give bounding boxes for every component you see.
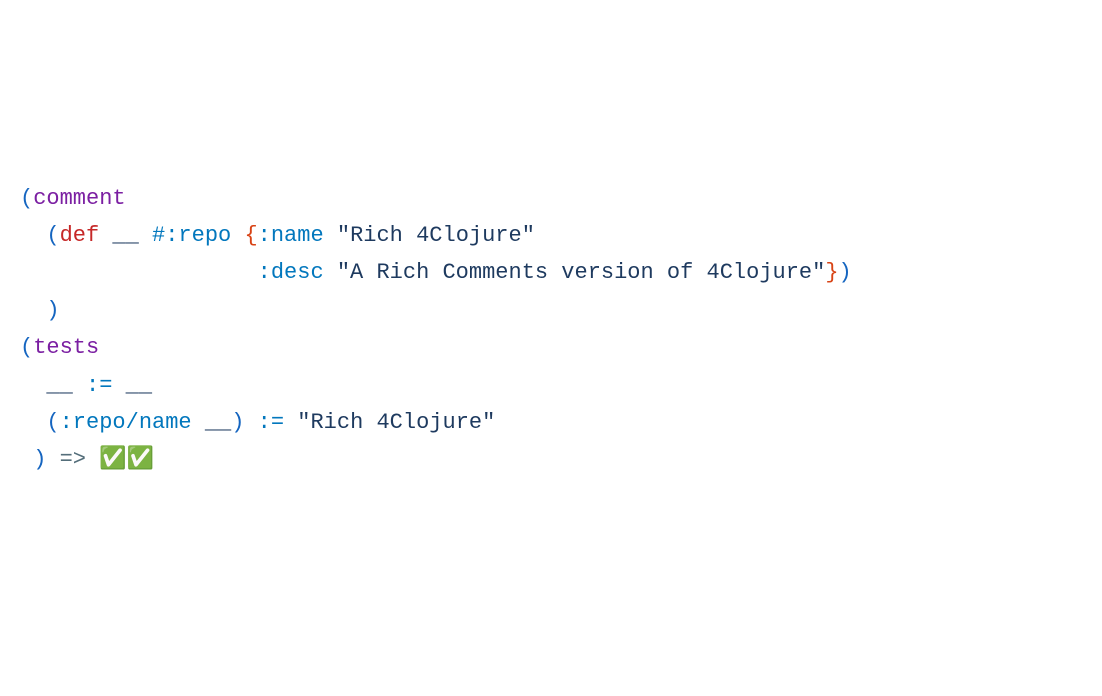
code-line-6: __ := __ <box>20 367 1082 404</box>
indent <box>20 373 46 398</box>
paren-open: ( <box>20 335 33 360</box>
space <box>324 260 337 285</box>
space <box>73 373 86 398</box>
indent <box>20 223 46 248</box>
space <box>231 223 244 248</box>
brace-close: } <box>825 260 838 285</box>
comment-symbol: comment <box>33 186 125 211</box>
code-line-8: ) => ✅✅ <box>20 441 1082 478</box>
brace-open: { <box>244 223 257 248</box>
space <box>324 223 337 248</box>
indent <box>20 260 258 285</box>
assign-op: := <box>258 410 284 435</box>
code-line-5: (tests <box>20 329 1082 366</box>
paren-open: ( <box>46 410 59 435</box>
paren-open: ( <box>46 223 59 248</box>
string-literal: "Rich 4Clojure" <box>297 410 495 435</box>
space <box>244 410 257 435</box>
paren-close: ) <box>33 447 46 472</box>
code-line-2: (def __ #:repo {:name "Rich 4Clojure" <box>20 217 1082 254</box>
code-block: (comment (def __ #:repo {:name "Rich 4Cl… <box>20 180 1082 479</box>
space <box>112 373 125 398</box>
indent <box>20 410 46 435</box>
code-line-4: ) <box>20 292 1082 329</box>
blank-placeholder: __ <box>112 223 138 248</box>
def-keyword: def <box>60 223 100 248</box>
namespace-keyword: #:repo <box>152 223 231 248</box>
key-name: :name <box>258 223 324 248</box>
key-repo-name: :repo/name <box>60 410 192 435</box>
code-line-1: (comment <box>20 180 1082 217</box>
string-literal: "Rich 4Clojure" <box>337 223 535 248</box>
paren-open: ( <box>20 186 33 211</box>
code-line-3: :desc "A Rich Comments version of 4Cloju… <box>20 254 1082 291</box>
paren-close: ) <box>46 298 59 323</box>
indent <box>20 447 33 472</box>
space <box>192 410 205 435</box>
paren-close: ) <box>839 260 852 285</box>
paren-close: ) <box>231 410 244 435</box>
indent <box>20 298 46 323</box>
blank-placeholder: __ <box>46 373 72 398</box>
space <box>139 223 152 248</box>
check-icon: ✅✅ <box>99 447 154 472</box>
code-line-7: (:repo/name __) := "Rich 4Clojure" <box>20 404 1082 441</box>
key-desc: :desc <box>258 260 324 285</box>
tests-symbol: tests <box>33 335 99 360</box>
blank-placeholder: __ <box>205 410 231 435</box>
assign-op: := <box>86 373 112 398</box>
result-arrow: => <box>60 447 86 472</box>
space <box>99 223 112 248</box>
blank-placeholder: __ <box>126 373 152 398</box>
space <box>86 447 99 472</box>
space <box>284 410 297 435</box>
string-literal: "A Rich Comments version of 4Clojure" <box>337 260 825 285</box>
space <box>46 447 59 472</box>
